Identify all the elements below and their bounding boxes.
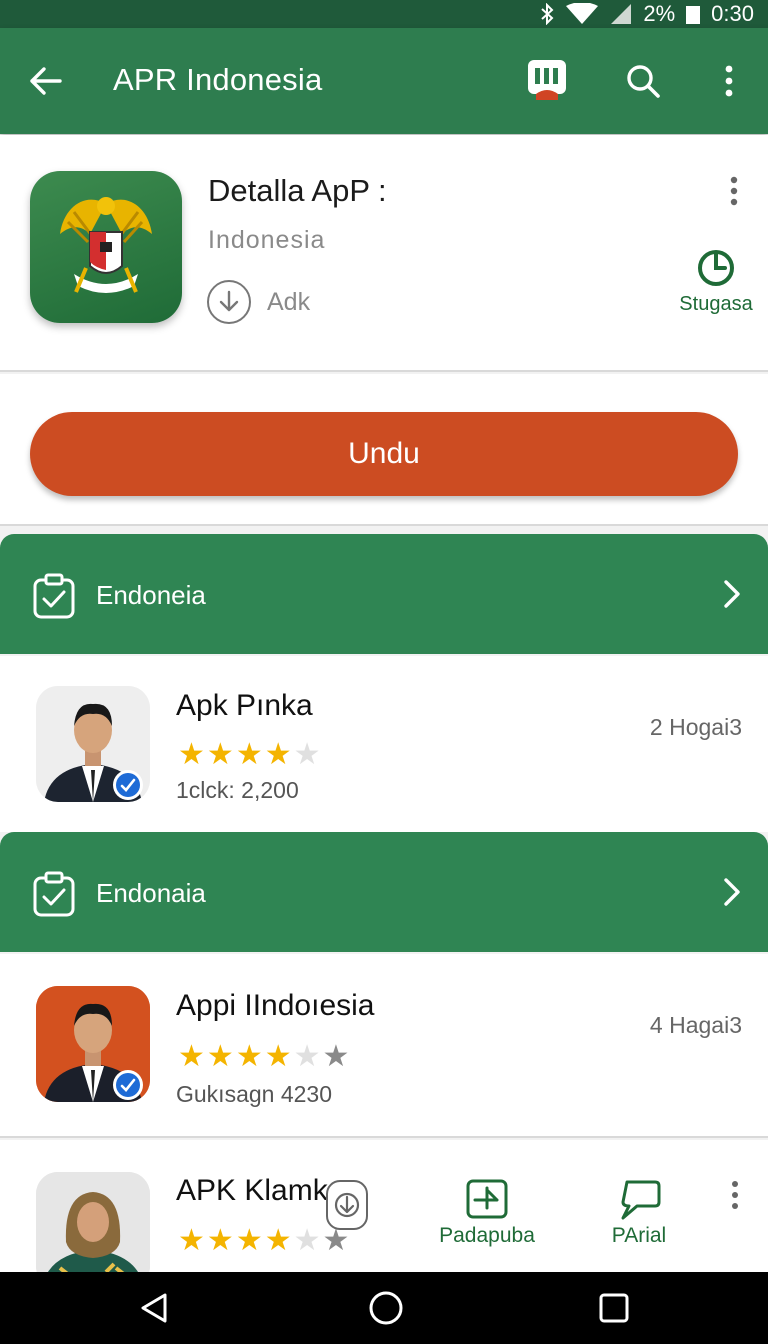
star-icon: ★ xyxy=(206,1224,234,1257)
star-icon: ★ xyxy=(178,1040,205,1073)
wifi-icon xyxy=(565,3,599,25)
star-icon: ★ xyxy=(322,1040,350,1073)
star-icon: ★ xyxy=(293,738,321,771)
nav-home-icon[interactable] xyxy=(362,1286,410,1330)
stugasa-button[interactable]: Stugasa xyxy=(674,247,758,316)
clipboard-check-icon xyxy=(33,573,75,619)
chevron-right-icon xyxy=(724,878,740,906)
download-row[interactable]: Adk xyxy=(207,280,310,324)
download-label: Adk xyxy=(267,287,311,316)
star-icon: ★ xyxy=(206,1040,234,1073)
page-title: APR Indonesia xyxy=(113,62,323,97)
padapuba-button[interactable]: Padapuba xyxy=(436,1178,538,1248)
card-more-icon[interactable] xyxy=(720,175,748,207)
app-logo-icon xyxy=(30,171,182,323)
star-icon: ★ xyxy=(235,1224,263,1257)
download-icon[interactable] xyxy=(326,1180,368,1230)
store-icon[interactable] xyxy=(522,56,572,106)
section-header-2[interactable]: Endonaia xyxy=(0,832,768,952)
rating-stars: ★ ★ ★ ★ ★ ★ xyxy=(178,1042,349,1072)
chevron-right-icon xyxy=(724,580,740,608)
avatar xyxy=(36,1172,150,1272)
star-icon: ★ xyxy=(293,1224,321,1257)
section-label: Endoneia xyxy=(96,580,206,610)
search-icon[interactable] xyxy=(618,56,668,106)
item-meta: 4 Hagai3 xyxy=(649,1012,742,1038)
star-icon: ★ xyxy=(264,1040,292,1073)
item-title: APK Klamk xyxy=(176,1174,328,1207)
avatar xyxy=(36,986,150,1102)
power-timer-icon xyxy=(698,250,734,286)
rating-stars: ★ ★ ★ ★ ★ ★ xyxy=(178,1226,349,1256)
app-developer: Indonesia xyxy=(208,226,326,254)
download-icon[interactable] xyxy=(207,280,251,324)
item-title: Apk Pınka xyxy=(176,689,313,722)
star-icon: ★ xyxy=(293,1040,321,1073)
nav-recents-icon[interactable] xyxy=(590,1286,638,1330)
bluetooth-icon xyxy=(539,3,555,25)
more-options-icon[interactable] xyxy=(704,56,754,106)
item-meta: 2 Hogai3 xyxy=(649,714,742,740)
back-arrow-icon[interactable] xyxy=(22,58,68,104)
star-icon: ★ xyxy=(235,1040,263,1073)
clipboard-check-icon xyxy=(33,871,75,917)
star-icon: ★ xyxy=(178,1224,205,1257)
battery-icon xyxy=(685,3,701,25)
app-detail-card: Detalla ApP : Indonesia Adk Stugasa xyxy=(0,135,768,372)
nav-back-icon[interactable] xyxy=(130,1286,178,1330)
battery-text: 2% xyxy=(643,1,676,26)
rating-stars: ★ ★ ★ ★ ★ xyxy=(178,740,321,770)
stugasa-label: Stugasa xyxy=(679,293,753,315)
signal-icon xyxy=(609,3,633,25)
transfer-icon xyxy=(466,1179,508,1219)
item-more-icon[interactable] xyxy=(730,1180,742,1210)
star-icon: ★ xyxy=(264,738,292,771)
list-item[interactable]: Apk Pınka ★ ★ ★ ★ ★ 1clck: 2,200 2 Hogai… xyxy=(0,656,768,832)
item-subtitle: Gukısagn 4230 xyxy=(176,1081,333,1107)
app-name: Detalla ApP : xyxy=(208,173,387,208)
section-label: Endonaia xyxy=(96,878,206,908)
chat-bubble-icon xyxy=(621,1180,661,1220)
parial-label: PArial xyxy=(611,1224,667,1247)
install-area: Undu xyxy=(0,374,768,526)
star-icon: ★ xyxy=(264,1224,292,1257)
padapuba-label: Padapuba xyxy=(439,1224,535,1247)
list-item[interactable]: Appi IIndoıesia ★ ★ ★ ★ ★ ★ Gukısagn 423… xyxy=(0,954,768,1138)
system-nav-bar xyxy=(0,1272,768,1344)
install-button[interactable]: Undu xyxy=(30,412,738,496)
clock: 0:30 xyxy=(711,1,754,26)
star-icon: ★ xyxy=(206,738,234,771)
star-icon: ★ xyxy=(235,738,263,771)
avatar xyxy=(36,686,150,802)
section-header-1[interactable]: Endoneia xyxy=(0,534,768,654)
item-subtitle: 1clck: 2,200 xyxy=(176,777,299,803)
item-title: Appi IIndoıesia xyxy=(176,989,375,1022)
app-bar: APR Indonesia xyxy=(0,28,768,134)
star-icon: ★ xyxy=(178,738,205,771)
star-icon: ★ xyxy=(322,1224,350,1257)
status-bar: 2% 0:30 xyxy=(0,0,768,28)
parial-button[interactable]: PArial xyxy=(598,1178,680,1248)
